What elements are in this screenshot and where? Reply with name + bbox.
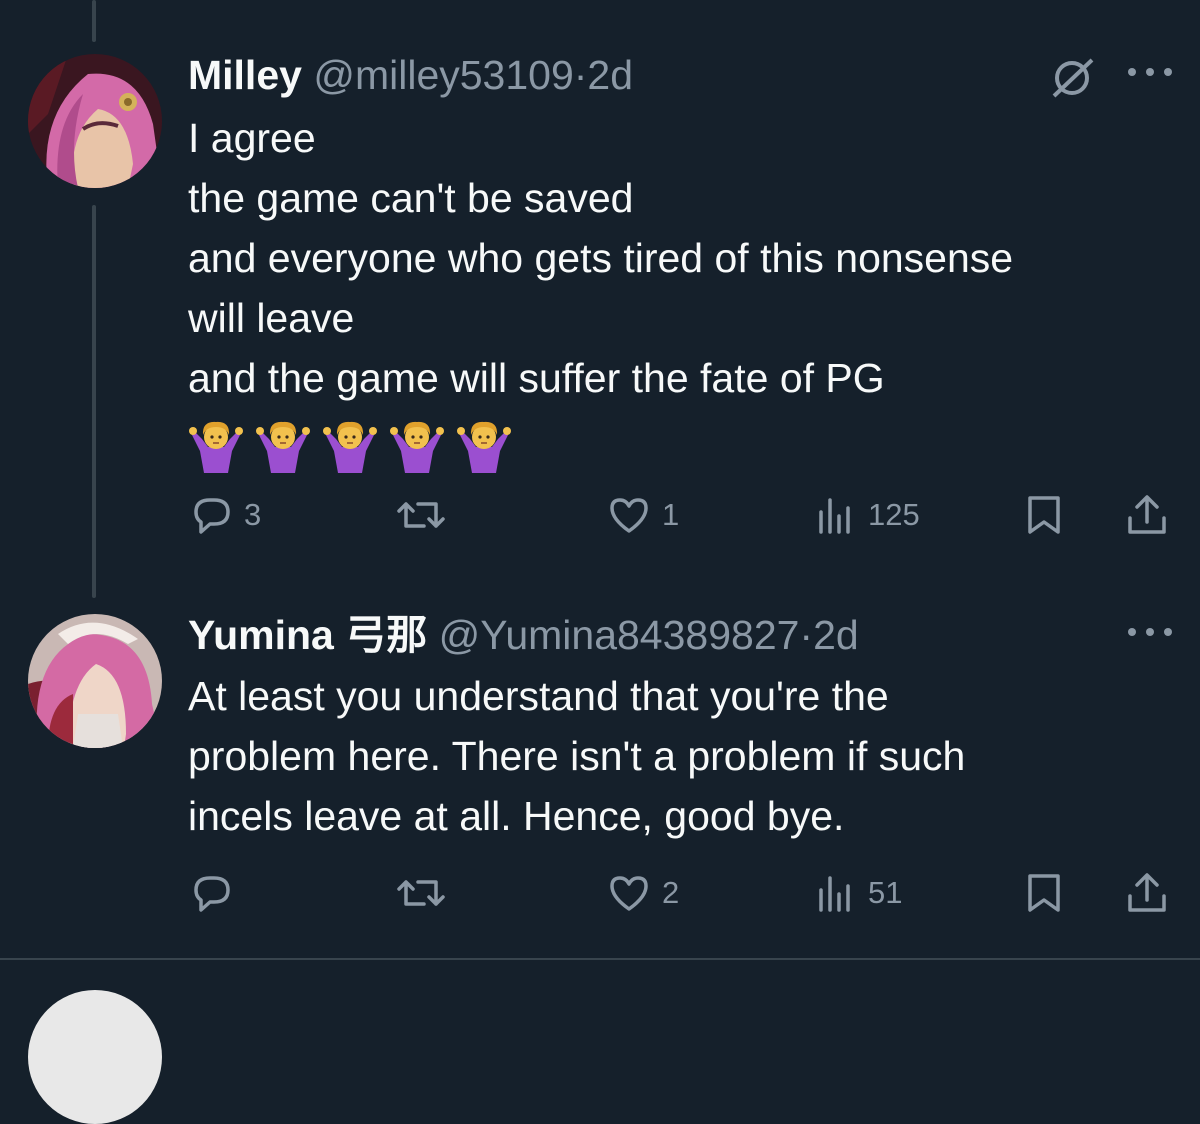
- tweet-line: and the game will suffer the fate of PG: [188, 355, 885, 401]
- share-button[interactable]: [1124, 870, 1170, 916]
- view-count: 125: [868, 497, 920, 532]
- like-button[interactable]: 2: [606, 870, 679, 916]
- retweet-icon: [397, 502, 445, 528]
- more-dots-icon[interactable]: [1128, 622, 1172, 642]
- tweet-divider: [0, 958, 1200, 960]
- tweet-header: Milley @milley53109·2d: [188, 52, 633, 98]
- heart-icon: [610, 876, 648, 911]
- tweet-text: I agree the game can't be saved and ever…: [188, 108, 1014, 474]
- display-name[interactable]: Yumina 弓那: [188, 612, 427, 658]
- views-bars-icon: [819, 876, 850, 912]
- like-button[interactable]: 1: [606, 492, 679, 538]
- reply-bubble-icon: [194, 876, 230, 912]
- bookmark-button[interactable]: [1022, 870, 1066, 916]
- tweet[interactable]: Yumina 弓那 @Yumina84389827·2d At least yo…: [0, 590, 1200, 960]
- separator-dot: ·: [573, 52, 588, 98]
- more-dots-icon[interactable]: [1128, 62, 1172, 82]
- reply-bubble-icon: [194, 498, 230, 534]
- retweet-button[interactable]: [394, 492, 458, 538]
- like-count: 1: [662, 497, 680, 532]
- shrug-emoji: [323, 422, 377, 474]
- display-name[interactable]: Milley: [188, 52, 302, 98]
- bookmark-icon: [1028, 874, 1060, 912]
- tweet-line: At least you understand that you're the: [188, 673, 889, 719]
- view-count: 51: [868, 875, 903, 910]
- tweet-line: the game can't be saved: [188, 175, 634, 221]
- shrug-emoji: [256, 422, 310, 474]
- shrug-emoji: [457, 422, 511, 474]
- retweet-button[interactable]: [394, 870, 458, 916]
- user-handle[interactable]: @milley53109: [313, 52, 573, 98]
- next-tweet-avatar-partial: [28, 990, 162, 1124]
- no-symbol-icon[interactable]: [1048, 56, 1098, 100]
- action-bar: 2 51: [0, 868, 1200, 918]
- like-count: 2: [662, 875, 680, 910]
- separator-dot: ·: [799, 612, 814, 658]
- reply-count: 3: [244, 497, 262, 532]
- bookmark-button[interactable]: [1022, 492, 1066, 538]
- user-handle[interactable]: @Yumina84389827: [439, 612, 800, 658]
- tweet-line: incels leave at all. Hence, good bye.: [188, 793, 845, 839]
- tweet-line: I agree: [188, 115, 316, 161]
- shrug-emoji: [189, 422, 243, 474]
- tweet-header: Yumina 弓那 @Yumina84389827·2d: [188, 612, 859, 658]
- views-bars-icon: [819, 498, 850, 534]
- share-button[interactable]: [1124, 492, 1170, 538]
- views-button[interactable]: 125: [814, 492, 920, 538]
- retweet-icon: [397, 880, 445, 906]
- reply-button[interactable]: 3: [188, 492, 261, 538]
- tweet-line: and everyone who gets tired of this nons…: [188, 235, 1014, 281]
- avatar[interactable]: [28, 614, 162, 748]
- action-bar: 3 1 125: [0, 490, 1200, 540]
- tweet-line: problem here. There isn't a problem if s…: [188, 733, 966, 779]
- views-button[interactable]: 51: [814, 870, 902, 916]
- timestamp[interactable]: 2d: [813, 612, 859, 658]
- shrug-emoji: [390, 422, 444, 474]
- tweet[interactable]: Milley @milley53109·2d I agree the game …: [0, 0, 1200, 590]
- heart-icon: [610, 498, 648, 533]
- emoji-row: [188, 408, 1013, 474]
- share-upload-icon: [1128, 495, 1166, 534]
- avatar[interactable]: [28, 54, 162, 188]
- timestamp[interactable]: 2d: [587, 52, 633, 98]
- tweet-text: At least you understand that you're the …: [188, 666, 965, 846]
- share-upload-icon: [1128, 873, 1166, 912]
- tweet-line: will leave: [188, 295, 355, 341]
- reply-button[interactable]: [188, 870, 244, 916]
- bookmark-icon: [1028, 496, 1060, 534]
